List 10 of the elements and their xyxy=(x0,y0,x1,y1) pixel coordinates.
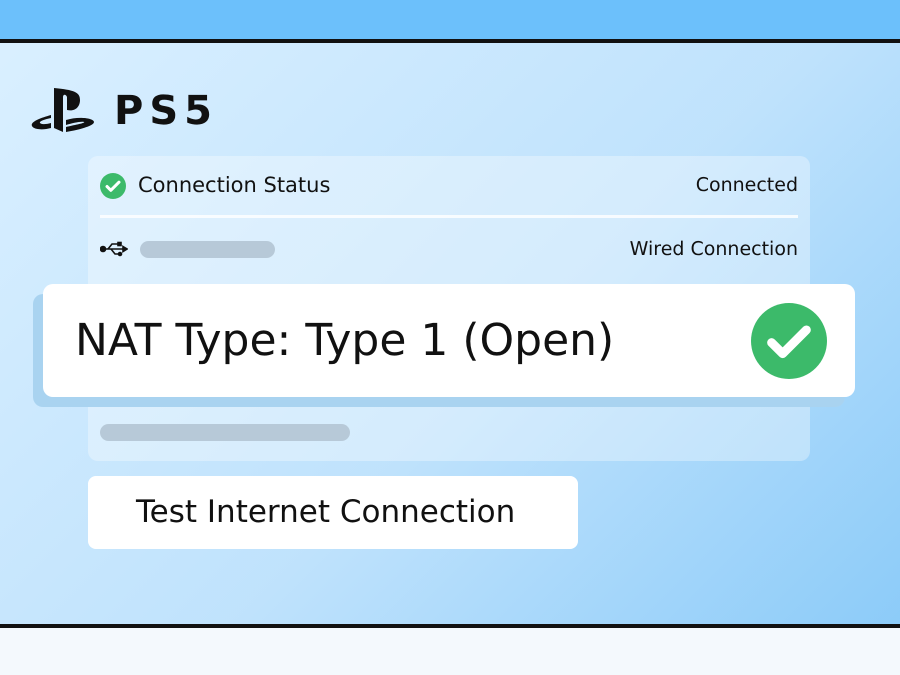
row-label: Connection Status xyxy=(138,172,330,199)
logo-text: PS5 xyxy=(114,91,218,131)
check-icon xyxy=(100,172,126,198)
test-connection-button[interactable]: Test Internet Connection xyxy=(88,476,578,549)
logo-icon xyxy=(30,88,96,134)
usb-icon xyxy=(100,241,128,257)
nat-type-text: NAT Type: Type 1 (Open) xyxy=(75,314,614,368)
row-value: Wired Connection xyxy=(630,236,798,262)
row-value: Connected xyxy=(696,173,798,198)
check-icon xyxy=(751,302,827,378)
